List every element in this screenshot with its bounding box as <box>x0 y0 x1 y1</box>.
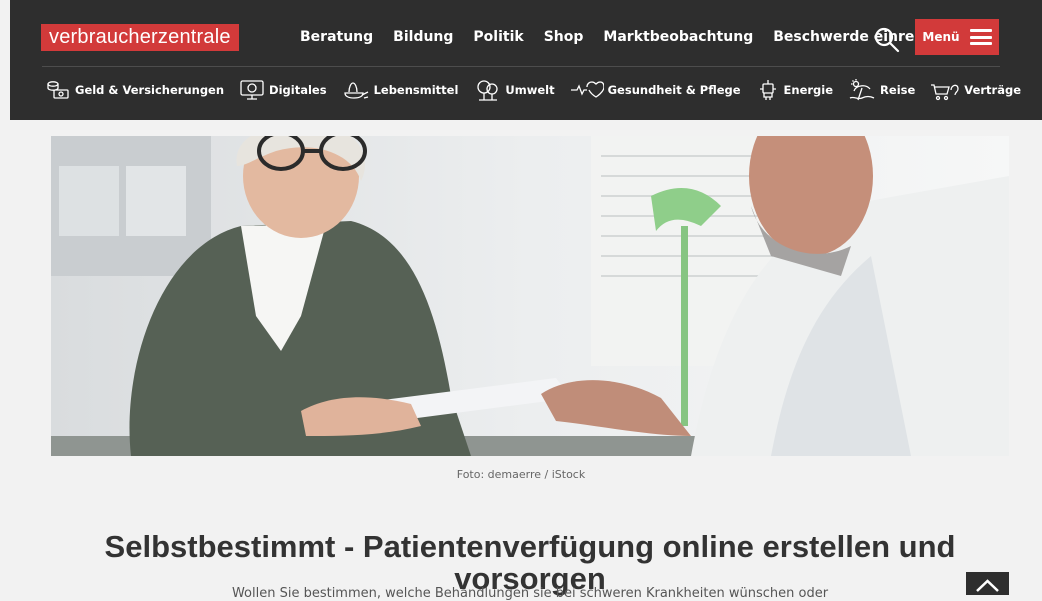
category-navigation: Geld & Versicherungen Digitales Lebensmi… <box>45 79 1036 101</box>
category-label: Reise <box>880 83 916 97</box>
category-energie[interactable]: Energie <box>756 79 834 101</box>
search-icon[interactable] <box>872 25 902 55</box>
energy-icon <box>759 80 776 100</box>
image-caption: Foto: demaerre / iStock <box>456 468 586 481</box>
nav-shop[interactable]: Shop <box>544 29 584 45</box>
site-header <box>10 0 1042 120</box>
chevron-up-icon <box>976 579 999 592</box>
travel-icon <box>849 79 875 101</box>
category-label: Lebensmittel <box>373 83 459 97</box>
category-geld[interactable]: Geld & Versicherungen <box>45 79 224 101</box>
category-umwelt[interactable]: Umwelt <box>473 79 555 101</box>
environment-icon <box>477 80 499 101</box>
food-icon <box>343 82 368 99</box>
hero-image <box>51 136 1009 456</box>
menu-button[interactable]: Menü <box>915 19 999 55</box>
category-vertraege[interactable]: Verträge <box>930 79 1021 101</box>
category-reise[interactable]: Reise <box>848 79 915 101</box>
money-icon <box>47 81 69 99</box>
category-label: Digitales <box>269 83 327 97</box>
cart-icon <box>931 84 959 101</box>
nav-politik[interactable]: Politik <box>473 29 523 45</box>
category-lebensmittel[interactable]: Lebensmittel <box>342 79 459 101</box>
category-label: Geld & Versicherungen <box>75 83 225 97</box>
digital-icon <box>240 80 264 100</box>
nav-marktbeobachtung[interactable]: Marktbeobachtung <box>603 29 753 45</box>
hero-illustration <box>51 136 1009 456</box>
nav-bildung[interactable]: Bildung <box>393 29 453 45</box>
health-icon <box>570 81 604 98</box>
category-label: Gesundheit & Pflege <box>607 83 741 97</box>
menu-label: Menü <box>922 30 960 44</box>
category-digitales[interactable]: Digitales <box>239 79 327 101</box>
article-intro: Wollen Sie bestimmen, welche Behandlunge… <box>231 586 829 601</box>
category-label: Umwelt <box>505 83 555 97</box>
category-label: Energie <box>783 83 834 97</box>
hamburger-icon <box>969 29 992 45</box>
back-to-top-button[interactable] <box>966 572 1009 595</box>
category-gesundheit[interactable]: Gesundheit & Pflege <box>570 79 741 101</box>
category-label: Verträge <box>964 83 1021 97</box>
site-logo[interactable]: verbraucherzentrale <box>41 24 239 51</box>
nav-beratung[interactable]: Beratung <box>300 29 373 45</box>
header-divider <box>42 66 1000 67</box>
